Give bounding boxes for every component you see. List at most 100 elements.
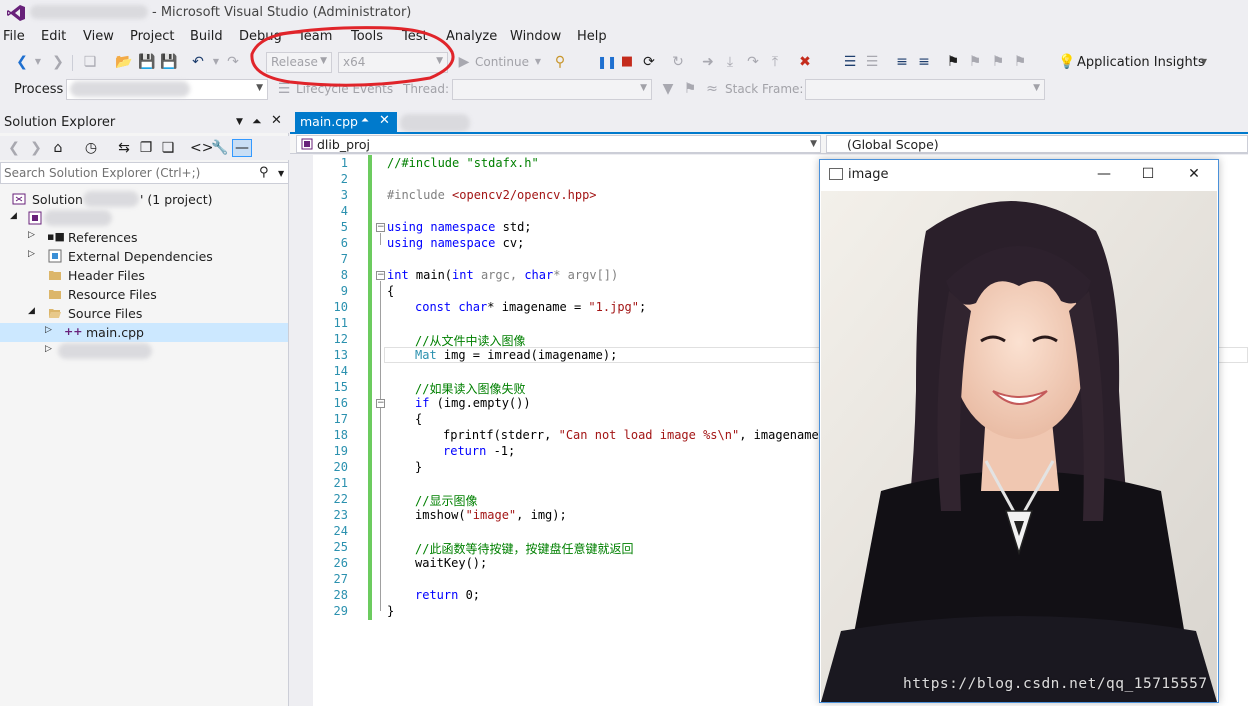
prev-bookmark-icon[interactable]: ⚑	[967, 54, 983, 70]
menu-edit[interactable]: Edit	[41, 29, 66, 44]
lightbulb-icon[interactable]: 💡	[1058, 54, 1075, 70]
menu-build[interactable]: Build	[190, 29, 223, 44]
list-icon[interactable]: ☰	[864, 54, 880, 70]
code-line-26: waitKey();	[415, 556, 487, 570]
code-line-15: //如果读入图像失败	[415, 380, 525, 397]
next-bookmark-icon[interactable]: ⚑	[990, 54, 1006, 70]
search-icon[interactable]: ⚲	[259, 165, 269, 180]
restart-icon[interactable]: ⟳	[641, 54, 657, 70]
collapsed-arrow-icon[interactable]: ▷	[45, 344, 52, 354]
tree-item-external-dependencies[interactable]: ▷ External Dependencies	[0, 247, 288, 266]
save-icon[interactable]: 💾	[138, 54, 155, 70]
tree-item-redacted[interactable]: ▷	[0, 342, 288, 361]
close-window-icon[interactable]: ✕	[1182, 163, 1206, 185]
flag-icon[interactable]: ⚑	[682, 81, 698, 97]
app-insights-dropdown-icon[interactable]: ▼	[1196, 54, 1212, 70]
tree-project[interactable]: ◢	[0, 209, 288, 228]
fold-toggle-icon[interactable]: −	[376, 271, 385, 280]
panel-menu-dropdown-icon[interactable]: ▼	[236, 117, 243, 127]
new-project-icon[interactable]: ❏	[82, 54, 98, 70]
history-icon[interactable]: ◷	[83, 140, 99, 156]
code-line-3: #include <opencv2/opencv.hpp>	[387, 188, 597, 202]
tree-item-resource-files[interactable]: Resource Files	[0, 285, 288, 304]
keyword: namespace	[430, 236, 496, 250]
bookmark-icon[interactable]: ⚑	[945, 54, 961, 70]
menu-view[interactable]: View	[83, 29, 114, 44]
comment-icon[interactable]: ≡	[894, 54, 910, 70]
threads-icon[interactable]: ≈	[704, 81, 720, 97]
collapsed-arrow-icon[interactable]: ▷	[28, 230, 35, 240]
continue-button[interactable]: Continue	[475, 55, 529, 69]
stack-frame-dropdown[interactable]: ▼	[805, 79, 1045, 100]
tree-item-main-cpp[interactable]: ▷ ++ main.cpp	[0, 323, 288, 342]
solution-explorer-title: Solution Explorer	[4, 115, 116, 130]
home-icon[interactable]: ⌂	[50, 140, 66, 156]
step-into-icon[interactable]: ⤓	[722, 54, 738, 70]
chevron-down-icon: ▼	[640, 83, 647, 93]
menu-help[interactable]: Help	[577, 29, 607, 44]
redacted-tab[interactable]	[400, 114, 470, 132]
code-line-10: const char* imagename = "1.jpg";	[415, 300, 646, 314]
tree-item-references[interactable]: ▷ ▪■ References	[0, 228, 288, 247]
show-next-statement-icon[interactable]: ➜	[700, 54, 716, 70]
window-title: - Microsoft Visual Studio (Administrator…	[152, 5, 412, 20]
apply-code-changes-icon[interactable]: ↻	[670, 54, 686, 70]
search-options-dropdown-icon[interactable]: ▼	[278, 169, 284, 178]
show-all-files-icon[interactable]: ❏	[160, 140, 176, 156]
tree-solution[interactable]: Solution ' (1 project)	[0, 190, 288, 209]
stop-debugging-icon[interactable]: ■	[619, 54, 635, 70]
view-code-icon[interactable]: <>	[190, 140, 213, 156]
collapsed-arrow-icon[interactable]: ▷	[45, 325, 52, 335]
uncomment-icon[interactable]: ≡	[916, 54, 932, 70]
redo-icon[interactable]: ↷	[225, 54, 241, 70]
tab-main-cpp[interactable]: main.cpp ⏶ ✕	[295, 112, 397, 132]
code-line-19: return -1;	[443, 444, 515, 458]
preview-selected-icon[interactable]: —	[232, 139, 252, 157]
collapsed-arrow-icon[interactable]: ▷	[28, 249, 35, 259]
maximize-icon[interactable]: ☐	[1136, 163, 1160, 185]
tree-item-label: main.cpp	[86, 325, 144, 340]
close-tab-icon[interactable]: ✕	[379, 113, 390, 128]
forward-icon[interactable]: ❯	[28, 140, 44, 156]
application-insights-button[interactable]: Application Insights	[1077, 55, 1205, 70]
back-dropdown-icon[interactable]: ▼	[30, 54, 46, 70]
clear-bookmarks-icon[interactable]: ⚑	[1012, 54, 1028, 70]
forward-icon[interactable]: ❯	[50, 54, 66, 70]
tree-item-header-files[interactable]: Header Files	[0, 266, 288, 285]
tree-item-source-files[interactable]: ◢ Source Files	[0, 304, 288, 323]
code-line-1: //#include "stdafx.h"	[387, 156, 539, 170]
disable-breakpoints-icon[interactable]: ✖	[797, 54, 813, 70]
thread-dropdown[interactable]: ▼	[452, 79, 652, 100]
undo-icon[interactable]: ↶	[190, 54, 206, 70]
back-icon[interactable]: ❮	[14, 54, 30, 70]
step-out-icon[interactable]: ⤒	[767, 54, 783, 70]
properties-wrench-icon[interactable]: 🔧	[211, 140, 228, 156]
chevron-down-icon: ▼	[1033, 83, 1040, 93]
break-all-icon[interactable]: ❚❚	[597, 54, 617, 70]
sync-icon[interactable]: ⇆	[116, 140, 132, 156]
expanded-arrow-icon[interactable]: ◢	[28, 306, 35, 316]
save-all-icon[interactable]: 💾	[160, 54, 177, 70]
outline-icon[interactable]: ☰	[842, 54, 858, 70]
undo-dropdown-icon[interactable]: ▼	[208, 54, 224, 70]
minimize-icon[interactable]: —	[1092, 163, 1116, 185]
open-file-icon[interactable]: 📂	[115, 54, 132, 70]
line-number: 21	[333, 476, 348, 490]
close-icon[interactable]: ✕	[271, 113, 282, 128]
pin-icon[interactable]: ⏶	[361, 115, 369, 126]
attach-process-icon[interactable]: ⚲	[552, 54, 568, 70]
expanded-arrow-icon[interactable]: ◢	[10, 211, 17, 221]
step-over-icon[interactable]: ↷	[745, 54, 761, 70]
scope-navigation-dropdown[interactable]: (Global Scope)	[826, 135, 1248, 153]
fold-toggle-icon[interactable]: −	[376, 399, 385, 408]
pin-icon[interactable]: ⏶	[252, 114, 262, 129]
continue-dropdown-icon[interactable]: ▼	[530, 54, 546, 70]
menu-file[interactable]: File	[3, 29, 25, 44]
fold-toggle-icon[interactable]: −	[376, 223, 385, 232]
back-icon[interactable]: ❮	[6, 140, 22, 156]
filter-icon[interactable]: ▼	[660, 81, 676, 97]
collapse-all-icon[interactable]: ❐	[138, 140, 154, 156]
project-navigation-dropdown[interactable]: dlib_proj ▼	[296, 135, 821, 153]
menu-window[interactable]: Window	[510, 29, 561, 44]
menu-project[interactable]: Project	[130, 29, 174, 44]
